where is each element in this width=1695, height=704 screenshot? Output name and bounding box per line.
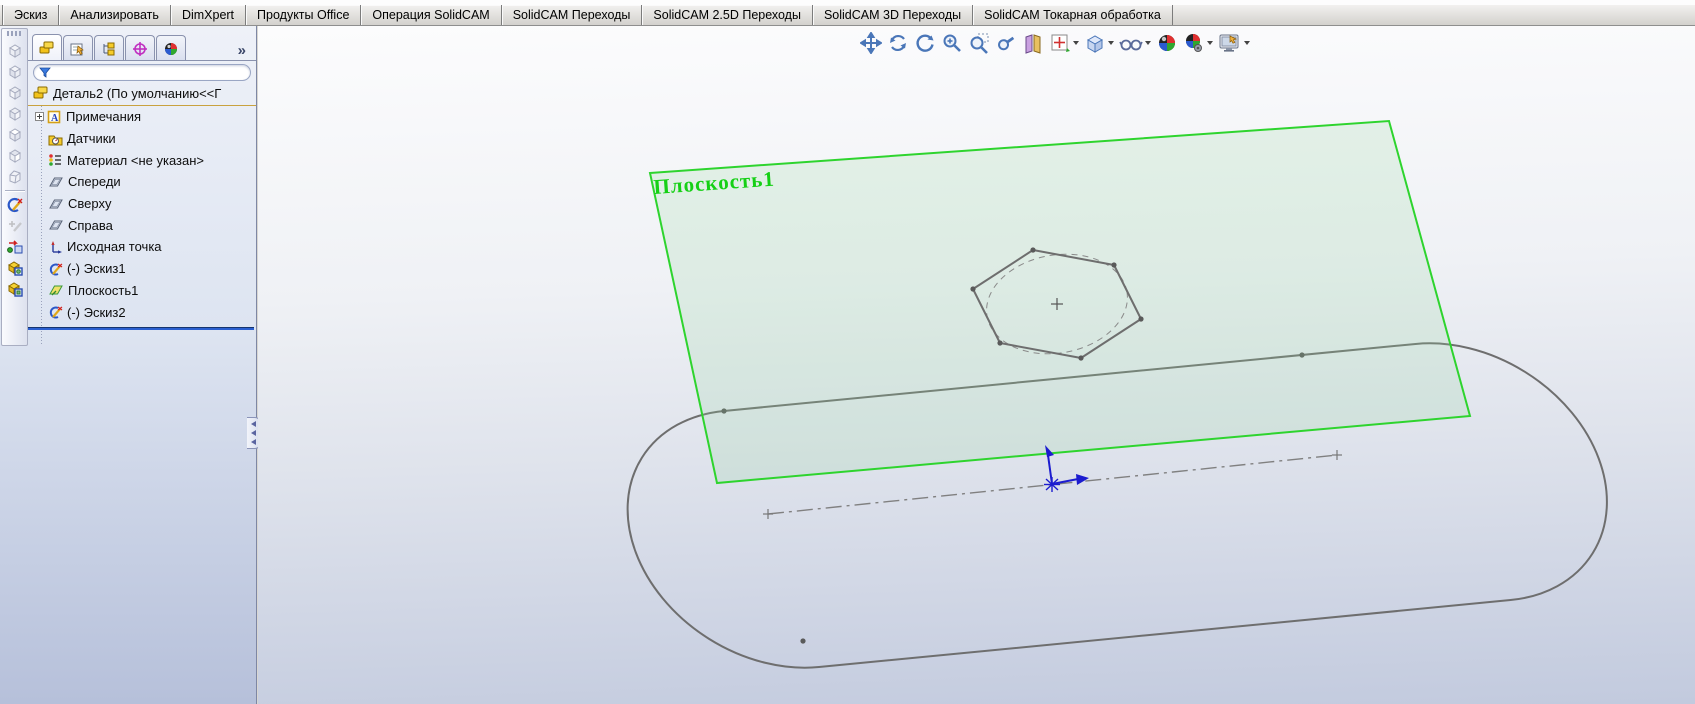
display-style-icon[interactable] — [1084, 32, 1114, 54]
pan-icon[interactable] — [860, 32, 882, 54]
menu-tab-solidcam-turning[interactable]: SolidCAM Токарная обработка — [973, 5, 1173, 25]
tree-item-label: Датчики — [67, 131, 116, 147]
menu-tab-dimxpert[interactable]: DimXpert — [171, 5, 247, 25]
menu-tab-strip: Эскиз Анализировать DimXpert Продукты Of… — [0, 5, 1695, 26]
annotations-icon: A — [47, 110, 61, 124]
solidworks-window: Эскиз Анализировать DimXpert Продукты Of… — [0, 0, 1695, 704]
tree-filter-input[interactable] — [52, 66, 232, 79]
origin-icon — [51, 240, 62, 254]
standard-views-toolbar — [1, 28, 28, 346]
featuremanager-tree-tab[interactable] — [32, 34, 62, 61]
apply-scene-icon[interactable] — [1156, 32, 1178, 54]
part-icon — [33, 86, 48, 99]
tree-item-origin[interactable]: Исходная точка — [28, 236, 256, 258]
view-cube-right-icon[interactable] — [4, 103, 26, 124]
dropdown-caret[interactable] — [1244, 41, 1250, 45]
created-plane-icon — [49, 285, 63, 296]
tree-item-plane1[interactable]: Плоскость1 — [28, 280, 256, 302]
move-entity-icon[interactable] — [4, 236, 26, 257]
dimxpertmanager-tab[interactable] — [125, 35, 155, 61]
zoom-to-selection-icon[interactable] — [995, 32, 1017, 54]
configurationmanager-tab[interactable] — [94, 35, 124, 61]
tree-item-label: Сверху — [68, 196, 112, 212]
view-cube-isometric-icon[interactable] — [4, 166, 26, 187]
solid-body-icon-2[interactable] — [4, 278, 26, 299]
zoom-in-out-icon[interactable] — [941, 32, 963, 54]
displaymanager-tab[interactable] — [156, 35, 186, 61]
filter-funnel-icon — [39, 67, 51, 78]
collapse-arrow-icon — [251, 430, 256, 436]
tree-item-label: Спереди — [68, 174, 121, 190]
tree-item-label: Деталь2 (По умолчанию<<Г — [53, 86, 222, 101]
tree-item-annotations[interactable]: A Примечания — [28, 106, 256, 128]
collapse-arrow-icon — [251, 421, 256, 427]
rollback-bar[interactable] — [28, 327, 254, 330]
feature-manager-panel: » Деталь2 (По умолчанию<<Г A Примечания … — [28, 26, 256, 704]
tree-item-label: Справа — [68, 217, 113, 233]
propertymanager-tab[interactable] — [63, 35, 93, 61]
reference-plane-icon — [49, 220, 63, 230]
roll-view-icon[interactable] — [914, 32, 936, 54]
graphics-viewport[interactable] — [258, 26, 1695, 704]
tree-item-label: Плоскость1 — [68, 282, 139, 298]
tree-item-sensors[interactable]: Датчики — [28, 128, 256, 150]
view-settings-icon[interactable] — [1183, 32, 1213, 54]
menu-tab-sketch[interactable]: Эскиз — [2, 5, 60, 25]
view-cube-left-icon[interactable] — [4, 82, 26, 103]
manager-tab-strip: » — [32, 34, 252, 61]
tree-item-part[interactable]: Деталь2 (По умолчанию<<Г — [28, 82, 256, 106]
svg-text:A: A — [51, 113, 59, 124]
panel-overflow-chevron[interactable]: » — [238, 42, 252, 61]
tree-item-label: Материал <не указан> — [67, 152, 205, 168]
tree-item-front-plane[interactable]: Спереди — [28, 171, 256, 193]
menu-tab-solidcam-3d[interactable]: SolidCAM 3D Переходы — [813, 5, 974, 25]
reference-plane-icon — [49, 199, 63, 209]
section-view-icon[interactable] — [1022, 32, 1044, 54]
collapse-arrow-icon — [251, 439, 256, 445]
tree-item-label: Исходная точка — [67, 239, 162, 255]
heads-up-view-toolbar — [860, 30, 1250, 56]
dropdown-caret[interactable] — [1073, 41, 1079, 45]
feature-tree: Деталь2 (По умолчанию<<Г A Примечания Да… — [28, 82, 256, 323]
toolbar-separator — [4, 190, 25, 191]
tree-item-label: (-) Эскиз1 — [67, 261, 126, 277]
menu-tab-solidcam-transitions[interactable]: SolidCAM Переходы — [502, 5, 643, 25]
reference-plane-icon — [49, 177, 63, 187]
menu-bar: Эскиз Анализировать DimXpert Продукты Of… — [0, 0, 1695, 26]
dropdown-caret[interactable] — [1145, 41, 1151, 45]
menu-tab-solidcam-operation[interactable]: Операция SolidCAM — [361, 5, 502, 25]
camera-preview-icon[interactable] — [1218, 32, 1250, 54]
tree-item-material[interactable]: Материал <не указан> — [28, 149, 256, 171]
menu-tab-office-products[interactable]: Продукты Office — [246, 5, 362, 25]
dropdown-caret[interactable] — [1207, 41, 1213, 45]
toolbar-grip[interactable] — [7, 31, 22, 36]
tab-divider — [28, 60, 256, 61]
view-cube-top-icon[interactable] — [4, 124, 26, 145]
view-orientation-icon[interactable] — [1049, 32, 1079, 54]
tree-item-label: (-) Эскиз2 — [67, 304, 126, 320]
tree-item-label: Примечания — [66, 109, 142, 125]
sensors-icon — [48, 135, 63, 146]
sketch-icon — [49, 263, 63, 276]
add-sketch-grayed-icon[interactable] — [4, 215, 26, 236]
solid-body-icon-1[interactable] — [4, 257, 26, 278]
tree-item-right-plane[interactable]: Справа — [28, 214, 256, 236]
sketch-tool-icon[interactable] — [4, 194, 26, 215]
tree-item-sketch2[interactable]: (-) Эскиз2 — [28, 301, 256, 323]
tree-filter-box — [33, 64, 251, 81]
view-cube-front-icon[interactable] — [4, 40, 26, 61]
tree-item-sketch1[interactable]: (-) Эскиз1 — [28, 258, 256, 280]
menu-tab-solidcam-25d[interactable]: SolidCAM 2.5D Переходы — [642, 5, 813, 25]
hide-show-items-icon[interactable] — [1119, 32, 1151, 54]
tree-item-top-plane[interactable]: Сверху — [28, 193, 256, 215]
expand-plus-icon[interactable] — [35, 112, 44, 122]
sketch-icon — [49, 306, 63, 319]
zoom-to-area-icon[interactable] — [968, 32, 990, 54]
rotate-icon[interactable] — [887, 32, 909, 54]
view-cube-bottom-icon[interactable] — [4, 145, 26, 166]
menu-tab-evaluate[interactable]: Анализировать — [59, 5, 171, 25]
dropdown-caret[interactable] — [1108, 41, 1114, 45]
view-cube-back-icon[interactable] — [4, 61, 26, 82]
material-icon — [49, 154, 61, 167]
